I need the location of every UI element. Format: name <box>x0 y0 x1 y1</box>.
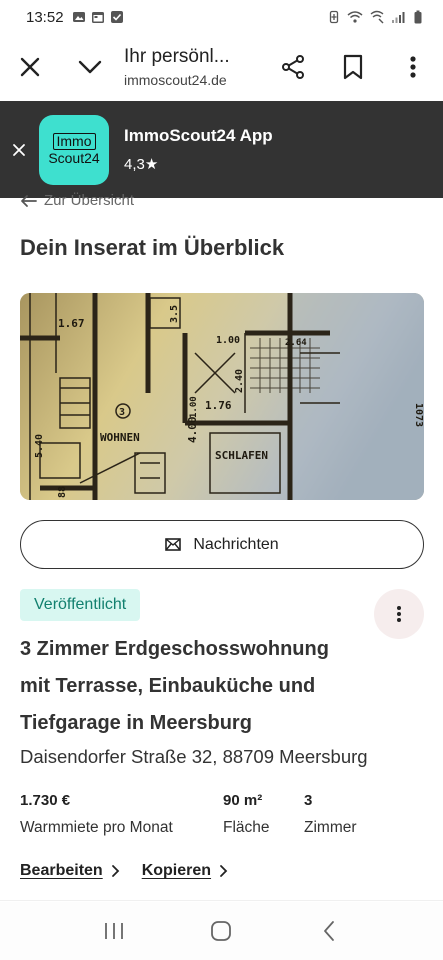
fp-label-dim11: 3.5 <box>169 305 180 323</box>
listing-title-line: mit Terrasse, Einbauküche und <box>20 675 316 697</box>
back-button[interactable] <box>299 906 359 956</box>
copy-link[interactable]: Kopieren <box>142 862 228 880</box>
chevron-right-icon <box>111 865 119 877</box>
bookmark-icon <box>343 54 363 80</box>
page-info[interactable]: Ihr persönl... immoscout24.de <box>120 46 263 88</box>
chevron-down-icon <box>78 60 102 74</box>
listing-title-line: 3 Zimmer Erdgeschosswohnung <box>20 638 329 660</box>
close-icon <box>13 143 25 156</box>
divider <box>0 900 443 901</box>
battery-saver-icon <box>329 10 339 24</box>
fact-rent-label: Warmmiete pro Monat <box>20 819 173 836</box>
back-to-overview-link[interactable]: Zur Übersicht <box>20 192 134 209</box>
home-button[interactable] <box>191 906 251 956</box>
fp-label-dim5: 2.40 <box>234 369 245 393</box>
bookmark-button[interactable] <box>323 37 383 97</box>
share-icon <box>282 55 304 79</box>
fact-rent-value: 1.730 € <box>20 792 71 809</box>
listing-title-line: Tiefgarage in Meersburg <box>20 712 252 734</box>
copy-link-label: Kopieren <box>141 862 212 879</box>
chevron-right-icon <box>220 865 228 877</box>
app-logo: Immo Scout24 <box>39 114 109 185</box>
status-bar: 13:52 <box>0 0 443 34</box>
fp-label-room-number: 3 <box>119 407 125 418</box>
listing-actions: Bearbeiten Kopieren <box>20 862 228 880</box>
wifi-icon <box>347 11 363 23</box>
fp-label-dim7: 1073 <box>413 403 424 427</box>
more-vertical-icon <box>397 606 401 622</box>
minimize-button[interactable] <box>60 37 120 97</box>
system-icons <box>327 10 425 24</box>
arrow-left-icon <box>21 194 37 207</box>
fp-label-dim4: 1.00 <box>216 335 240 346</box>
tab-title: Ihr persönl... <box>124 46 230 67</box>
edit-link-label: Bearbeiten <box>20 862 103 879</box>
fp-label-dim1: 1.67 <box>58 317 85 330</box>
fp-label-dim9: 88 <box>57 486 68 498</box>
floorplan-drawing: 1.67 3 WOHNEN SCHLAFEN 1.76 4.00 1.00 2.… <box>20 293 424 500</box>
mail-icon <box>165 538 182 551</box>
edit-link[interactable]: Bearbeiten <box>20 862 120 880</box>
app-info: ImmoScout24 App 4,3★ <box>124 126 273 173</box>
page-title: Dein Inserat im Überblick <box>20 235 285 260</box>
signal-icon <box>392 12 405 23</box>
share-button[interactable] <box>263 37 323 97</box>
fact-area-label: Fläche <box>223 819 270 836</box>
banner-close-button[interactable] <box>0 101 38 198</box>
home-icon <box>211 921 232 941</box>
fp-label-wohnen: WOHNEN <box>100 431 140 444</box>
app-rating: 4,3★ <box>124 156 159 173</box>
back-link-label: Zur Übersicht <box>44 192 135 209</box>
battery-icon <box>414 10 422 24</box>
fact-area-value: 90 m² <box>223 792 263 809</box>
close-icon <box>20 57 40 77</box>
fp-label-dim3: 4.00 <box>186 417 199 444</box>
fact-rooms-value: 3 <box>304 792 313 809</box>
back-icon <box>324 921 335 941</box>
tab-url: immoscout24.de <box>124 72 227 88</box>
wifi-call-icon <box>370 10 384 24</box>
fp-label-dim2: 1.76 <box>205 399 232 412</box>
image-icon <box>72 12 85 22</box>
messages-button-label: Nachrichten <box>193 535 279 553</box>
listing-facts: 1.730 € Warmmiete pro Monat 90 m² Fläche… <box>20 792 424 842</box>
browser-toolbar: Ihr persönl... immoscout24.de <box>0 34 443 100</box>
logo-text-line1: Immo <box>52 133 96 150</box>
floorplan-image[interactable]: 1.67 3 WOHNEN SCHLAFEN 1.76 4.00 1.00 2.… <box>20 293 424 500</box>
listing-title: 3 Zimmer Erdgeschosswohnung mit Terrasse… <box>20 631 400 742</box>
system-navigation-bar <box>0 902 443 960</box>
fact-area: 90 m² Fläche <box>223 792 270 837</box>
fact-rooms-label: Zimmer <box>304 819 357 836</box>
fp-label-dim8: 5.40 <box>34 434 45 458</box>
fact-rooms: 3 Zimmer <box>304 792 357 837</box>
fact-rent: 1.730 € Warmmiete pro Monat <box>20 792 173 837</box>
notification-icons <box>72 10 124 24</box>
fp-label-schlafen: SCHLAFEN <box>215 449 268 462</box>
fp-label-dim6: 2.64 <box>285 338 307 348</box>
more-options-button[interactable] <box>383 37 443 97</box>
check-square-icon <box>110 11 123 23</box>
app-name: ImmoScout24 App <box>124 126 273 145</box>
status-badge: Veröffentlicht <box>20 589 141 621</box>
close-tab-button[interactable] <box>0 37 60 97</box>
calendar-icon <box>91 12 104 23</box>
logo-text-line2: Scout24 <box>48 150 100 166</box>
recent-apps-button[interactable] <box>84 906 144 956</box>
fp-label-dim10: 1.00 <box>189 396 199 418</box>
status-time: 13:52 <box>26 8 64 26</box>
messages-button[interactable]: Nachrichten <box>20 520 424 569</box>
recent-apps-icon <box>104 923 123 939</box>
more-vertical-icon <box>410 56 416 78</box>
listing-address: Daisendorfer Straße 32, 88709 Meersburg <box>20 746 368 767</box>
app-install-banner[interactable]: Immo Scout24 ImmoScout24 App 4,3★ <box>0 101 443 198</box>
